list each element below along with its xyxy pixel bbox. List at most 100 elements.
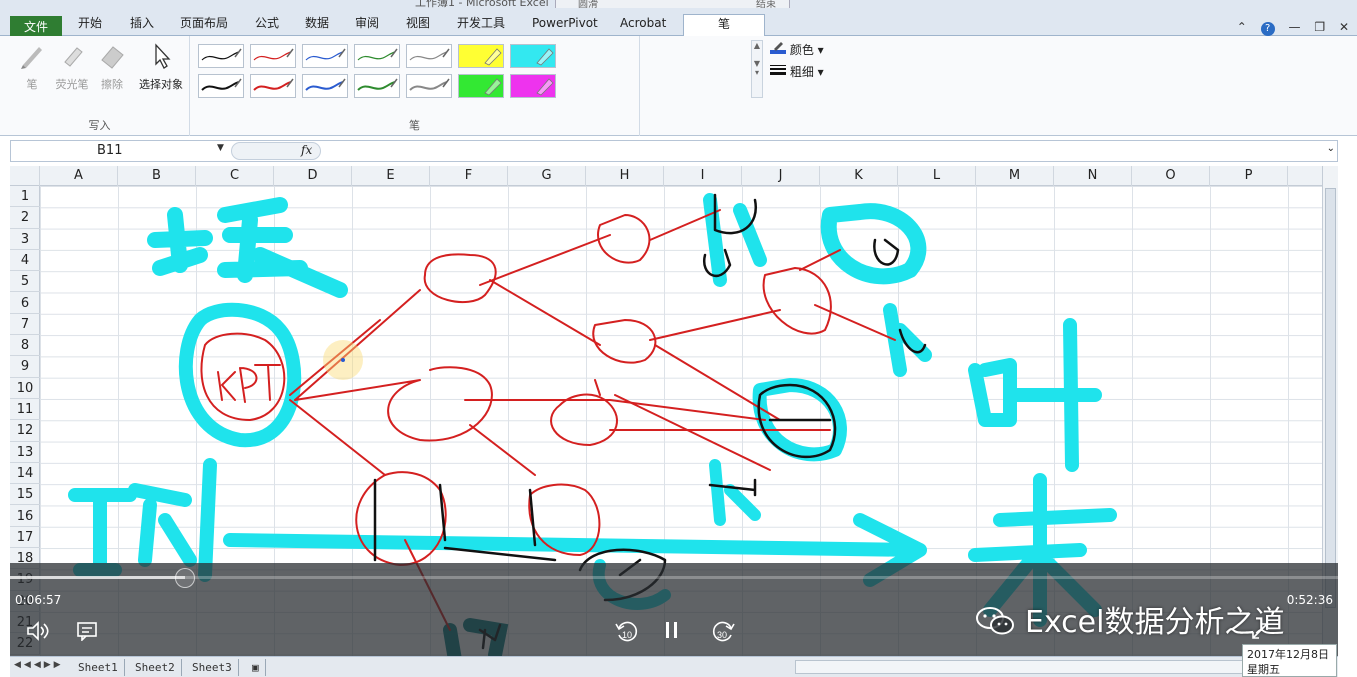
- tab-review[interactable]: 审阅: [355, 14, 379, 36]
- expand-formula-bar-icon[interactable]: ⌄: [1327, 143, 1335, 154]
- row-header-3[interactable]: 3: [10, 229, 40, 250]
- pen-swatch[interactable]: [250, 44, 296, 68]
- pen-swatch[interactable]: [250, 74, 296, 98]
- column-header-p[interactable]: P: [1210, 166, 1288, 186]
- row-header-5[interactable]: 5: [10, 271, 40, 293]
- insert-sheet-icon[interactable]: ▣: [246, 659, 266, 676]
- pen-swatch[interactable]: [458, 74, 504, 98]
- eraser-tool[interactable]: 擦除: [92, 42, 132, 92]
- pen-swatch[interactable]: [302, 74, 348, 98]
- column-header-i[interactable]: I: [664, 166, 742, 186]
- sheet-tab-3[interactable]: Sheet3: [186, 659, 239, 676]
- pen-tool[interactable]: 笔: [12, 42, 52, 92]
- column-header-m[interactable]: M: [976, 166, 1054, 186]
- column-header-b[interactable]: B: [118, 166, 196, 186]
- row-header-16[interactable]: 16: [10, 506, 40, 527]
- column-header-g[interactable]: G: [508, 166, 586, 186]
- column-header-l[interactable]: L: [898, 166, 976, 186]
- pen-weight-dropdown[interactable]: 粗细 ▾: [770, 63, 824, 80]
- column-header-n[interactable]: N: [1054, 166, 1132, 186]
- row-header-7[interactable]: 7: [10, 314, 40, 336]
- tab-powerpivot[interactable]: PowerPivot: [532, 14, 598, 36]
- row-header-14[interactable]: 14: [10, 463, 40, 485]
- row-header-11[interactable]: 11: [10, 399, 40, 421]
- cursor-arrow-icon: [155, 43, 171, 69]
- tab-pen[interactable]: 笔: [683, 14, 765, 38]
- write-group-label: 写入: [88, 119, 111, 132]
- progress-knob[interactable]: [175, 568, 196, 588]
- column-header-a[interactable]: A: [40, 166, 118, 186]
- tab-acrobat[interactable]: Acrobat: [620, 14, 666, 36]
- fullscreen-button[interactable]: [1250, 621, 1270, 646]
- help-icon[interactable]: ?: [1260, 22, 1275, 36]
- row-header-1[interactable]: 1: [10, 186, 40, 208]
- pen-swatch[interactable]: [302, 44, 348, 68]
- rewind-button[interactable]: 10: [614, 619, 640, 648]
- pen-swatch[interactable]: [458, 44, 504, 68]
- column-header-o[interactable]: O: [1132, 166, 1210, 186]
- pen-swatch[interactable]: [354, 44, 400, 68]
- scrollbar-thumb[interactable]: [1325, 188, 1336, 608]
- tab-home[interactable]: 开始: [78, 14, 102, 36]
- volume-button[interactable]: [26, 621, 50, 646]
- column-header-f[interactable]: F: [430, 166, 508, 186]
- row-header-17[interactable]: 17: [10, 527, 40, 549]
- pen-color-dropdown[interactable]: 颜色 ▾: [770, 41, 824, 58]
- pen-swatch[interactable]: [510, 44, 556, 68]
- pen-swatch[interactable]: [406, 74, 452, 98]
- sheet-tab-1[interactable]: Sheet1: [72, 659, 125, 676]
- restore-icon[interactable]: ❐: [1314, 20, 1325, 34]
- name-box-dropdown-icon[interactable]: ▼: [217, 143, 224, 153]
- pen-gallery-scroll[interactable]: ▲ ▼ ▾: [751, 40, 763, 98]
- select-all-corner[interactable]: [10, 166, 40, 186]
- tab-page-layout[interactable]: 页面布局: [180, 14, 228, 36]
- highlighter-tool[interactable]: 荧光笔: [52, 42, 92, 92]
- pen-swatch[interactable]: [198, 74, 244, 98]
- column-header-j[interactable]: J: [742, 166, 820, 186]
- tab-insert[interactable]: 插入: [130, 14, 154, 36]
- column-header-h[interactable]: H: [586, 166, 664, 186]
- close-icon[interactable]: ✕: [1339, 20, 1349, 34]
- ribbon-collapse-icon[interactable]: ⌃: [1237, 20, 1247, 34]
- insert-function-icon[interactable]: fx: [301, 143, 312, 157]
- minimize-icon[interactable]: —: [1289, 20, 1301, 34]
- column-header-d[interactable]: D: [274, 166, 352, 186]
- column-header-k[interactable]: K: [820, 166, 898, 186]
- tab-data[interactable]: 数据: [305, 14, 329, 36]
- formula-bar: B11 ▼ fx ⌄: [10, 140, 1338, 162]
- pen-swatch[interactable]: [406, 44, 452, 68]
- column-headers: ABCDEFGHIJKLMNOP: [10, 166, 1322, 186]
- sheet-nav-arrows-icon[interactable]: ◀◀◀▶▶: [14, 660, 64, 670]
- row-header-13[interactable]: 13: [10, 442, 40, 463]
- eraser-tool-label: 擦除: [101, 78, 123, 91]
- tab-developer[interactable]: 开发工具: [457, 14, 505, 36]
- select-objects-tool[interactable]: 选择对象: [134, 42, 188, 92]
- row-header-9[interactable]: 9: [10, 356, 40, 378]
- tab-view[interactable]: 视图: [406, 14, 430, 36]
- danmaku-button[interactable]: [76, 621, 98, 646]
- row-header-10[interactable]: 10: [10, 378, 40, 399]
- pause-button[interactable]: [665, 621, 679, 644]
- row-header-8[interactable]: 8: [10, 335, 40, 357]
- pen-swatch[interactable]: [510, 74, 556, 98]
- column-header-c[interactable]: C: [196, 166, 274, 186]
- taskbar-clock: 2017年12月8日 星期五: [1242, 644, 1337, 677]
- horizontal-scrollbar[interactable]: [795, 660, 1315, 674]
- highlighter-icon: [64, 47, 83, 67]
- pen-swatch[interactable]: [198, 44, 244, 68]
- pen-swatch[interactable]: [354, 74, 400, 98]
- sheet-tab-2[interactable]: Sheet2: [129, 659, 182, 676]
- row-header-6[interactable]: 6: [10, 293, 40, 314]
- row-header-12[interactable]: 12: [10, 420, 40, 442]
- column-header-e[interactable]: E: [352, 166, 430, 186]
- pens-group: ▲ ▼ ▾ 颜色 ▾ 粗细 ▾ 笔: [190, 36, 824, 136]
- tab-formulas[interactable]: 公式: [255, 14, 279, 36]
- tab-file[interactable]: 文件: [10, 16, 62, 38]
- ribbon-pen-tab: 笔 荧光笔 擦除 选择对象 写入 ▲ ▼ ▾ 颜色 ▾ 粗细 ▾ 笔: [0, 36, 1357, 136]
- forward-button[interactable]: 30: [710, 619, 736, 648]
- row-header-2[interactable]: 2: [10, 207, 40, 229]
- progress-track[interactable]: [10, 576, 1338, 579]
- row-header-15[interactable]: 15: [10, 484, 40, 506]
- row-header-4[interactable]: 4: [10, 250, 40, 272]
- name-box[interactable]: B11: [11, 141, 231, 161]
